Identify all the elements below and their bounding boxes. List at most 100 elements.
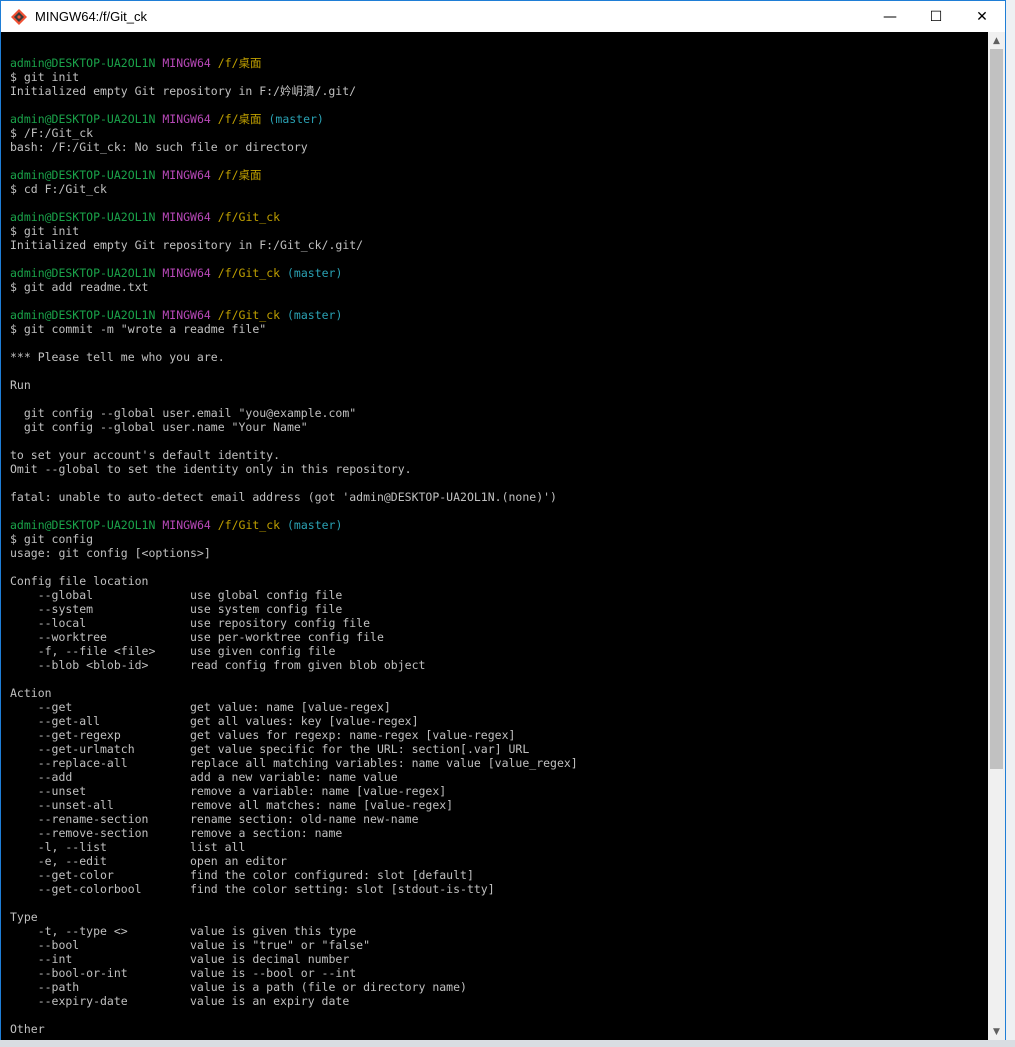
output-line: bash: /F:/Git_ck: No such file or direct… — [10, 140, 308, 154]
command-line: $ git init — [10, 70, 80, 84]
prompt-line: admin@DESKTOP-UA2OL1N MINGW64 /f/Git_ck — [10, 210, 578, 224]
prompt-env: MINGW64 — [162, 210, 211, 224]
prompt-env: MINGW64 — [162, 266, 211, 280]
output-line: Initialized empty Git repository in F:/妗… — [10, 84, 357, 98]
output-line: --bool value is "true" or "false" — [10, 938, 371, 952]
window-title: MINGW64:/f/Git_ck — [35, 9, 147, 24]
taskbar-edge — [0, 1040, 1015, 1047]
output-line: --global use global config file — [10, 588, 343, 602]
scrollbar-thumb[interactable] — [990, 49, 1003, 769]
command-line: $ git add readme.txt — [10, 280, 149, 294]
command-line: $ cd F:/Git_ck — [10, 182, 107, 196]
output-line: --replace-all replace all matching varia… — [10, 756, 578, 770]
output-line: --get-urlmatch get value specific for th… — [10, 742, 530, 756]
prompt-branch: (master) — [287, 308, 343, 322]
output-line: --int value is decimal number — [10, 952, 350, 966]
output-line: *** Please tell me who you are. — [10, 350, 225, 364]
prompt-user: admin@DESKTOP-UA2OL1N — [10, 112, 156, 126]
prompt-branch: (master) — [287, 518, 343, 532]
scroll-up-arrow-icon[interactable]: ▲ — [988, 32, 1005, 49]
output-line: --get get value: name [value-regex] — [10, 700, 391, 714]
output-line: --remove-section remove a section: name — [10, 826, 343, 840]
prompt-user: admin@DESKTOP-UA2OL1N — [10, 518, 156, 532]
output-line: -l, --list list all — [10, 840, 246, 854]
output-line: -t, --type <> value is given this type — [10, 924, 357, 938]
output-line: --path value is a path (file or director… — [10, 980, 467, 994]
scroll-down-arrow-icon[interactable]: ▼ — [988, 1023, 1005, 1040]
prompt-path: /f/桌面 — [217, 56, 262, 70]
prompt-env: MINGW64 — [162, 168, 211, 182]
prompt-branch: (master) — [268, 112, 324, 126]
maximize-button[interactable]: ☐ — [913, 1, 959, 32]
desktop-background — [1005, 0, 1015, 1047]
output-line: Config file location — [10, 574, 149, 588]
prompt-path: /f/Git_ck — [217, 210, 281, 224]
prompt-path: /f/桌面 — [217, 168, 262, 182]
output-line: --worktree use per-worktree config file — [10, 630, 384, 644]
command-line: $ git init — [10, 224, 80, 238]
prompt-path: /f/Git_ck — [217, 518, 281, 532]
prompt-line: admin@DESKTOP-UA2OL1N MINGW64 /f/Git_ck … — [10, 308, 578, 322]
minimize-button[interactable]: — — [867, 1, 913, 32]
output-line: --rename-section rename section: old-nam… — [10, 812, 419, 826]
output-line: --system use system config file — [10, 602, 343, 616]
prompt-line: admin@DESKTOP-UA2OL1N MINGW64 /f/桌面 — [10, 168, 578, 182]
output-line: Action — [10, 686, 52, 700]
output-line: --get-color find the color configured: s… — [10, 868, 474, 882]
prompt-line: admin@DESKTOP-UA2OL1N MINGW64 /f/Git_ck … — [10, 518, 578, 532]
prompt-env: MINGW64 — [162, 56, 211, 70]
terminal-window: MINGW64:/f/Git_ck — ☐ ✕ admin@DESKTOP-UA… — [0, 0, 1006, 1040]
prompt-line: admin@DESKTOP-UA2OL1N MINGW64 /f/桌面 (mas… — [10, 112, 578, 126]
prompt-env: MINGW64 — [162, 308, 211, 322]
prompt-line: admin@DESKTOP-UA2OL1N MINGW64 /f/Git_ck … — [10, 266, 578, 280]
title-bar[interactable]: MINGW64:/f/Git_ck — ☐ ✕ — [1, 1, 1005, 32]
git-bash-icon — [11, 8, 27, 25]
prompt-line: admin@DESKTOP-UA2OL1N MINGW64 /f/桌面 — [10, 56, 578, 70]
prompt-user: admin@DESKTOP-UA2OL1N — [10, 210, 156, 224]
output-line: Initialized empty Git repository in F:/G… — [10, 238, 364, 252]
output-line: git config --global user.email "you@exam… — [10, 406, 357, 420]
output-line: Type — [10, 910, 38, 924]
prompt-user: admin@DESKTOP-UA2OL1N — [10, 168, 156, 182]
prompt-user: admin@DESKTOP-UA2OL1N — [10, 56, 156, 70]
prompt-path: /f/Git_ck — [217, 308, 281, 322]
prompt-env: MINGW64 — [162, 518, 211, 532]
output-line: Run — [10, 378, 31, 392]
output-line: Other — [10, 1022, 45, 1036]
output-line: --get-regexp get values for regexp: name… — [10, 728, 516, 742]
prompt-path: /f/桌面 — [217, 112, 262, 126]
output-line: -f, --file <file> use given config file — [10, 644, 336, 658]
output-line: -e, --edit open an editor — [10, 854, 287, 868]
output-line: --unset-all remove all matches: name [va… — [10, 798, 454, 812]
command-line: $ /F:/Git_ck — [10, 126, 94, 140]
output-line: --expiry-date value is an expiry date — [10, 994, 350, 1008]
terminal-lines: admin@DESKTOP-UA2OL1N MINGW64 /f/桌面 $ git… — [10, 42, 578, 1036]
output-line: --get-colorbool find the color setting: … — [10, 882, 495, 896]
vertical-scrollbar[interactable]: ▲ ▼ — [988, 32, 1005, 1040]
output-line: to set your account's default identity. — [10, 448, 281, 462]
output-line: --add add a new variable: name value — [10, 770, 398, 784]
output-line: --blob <blob-id> read config from given … — [10, 658, 426, 672]
terminal-output[interactable]: admin@DESKTOP-UA2OL1N MINGW64 /f/桌面 $ git… — [1, 32, 990, 1040]
close-button[interactable]: ✕ — [959, 1, 1005, 32]
window-controls: — ☐ ✕ — [867, 1, 1005, 32]
output-line: --bool-or-int value is --bool or --int — [10, 966, 357, 980]
prompt-user: admin@DESKTOP-UA2OL1N — [10, 308, 156, 322]
output-line: usage: git config [<options>] — [10, 546, 211, 560]
prompt-env: MINGW64 — [162, 112, 211, 126]
command-line: $ git commit -m "wrote a readme file" — [10, 322, 267, 336]
output-line: --get-all get all values: key [value-reg… — [10, 714, 419, 728]
